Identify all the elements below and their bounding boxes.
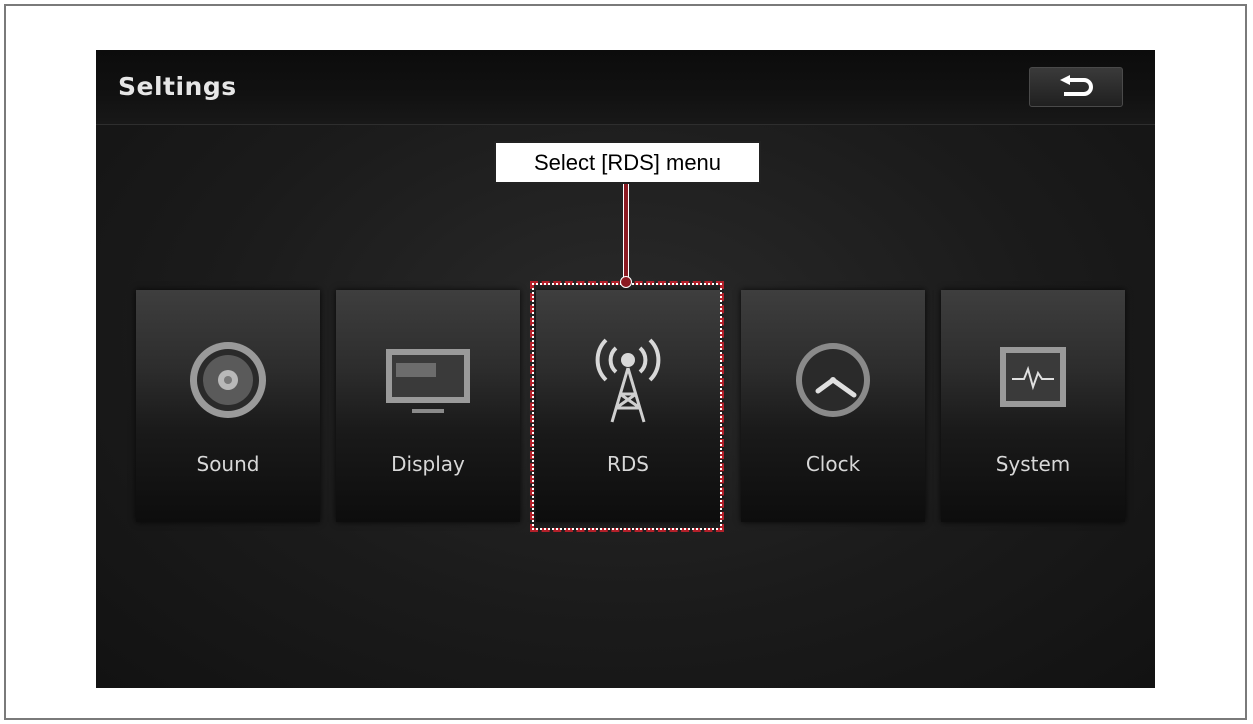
callout-label: Select [RDS] menu [494, 141, 761, 184]
menu-item-label: Display [391, 452, 465, 476]
callout-pointer-dot [620, 276, 632, 288]
clock-icon [796, 343, 870, 417]
speaker-icon [190, 342, 266, 418]
menu-item-display[interactable]: Display [336, 290, 520, 522]
rds-highlight-box [530, 281, 724, 532]
menu-item-clock[interactable]: Clock [741, 290, 925, 522]
menu-item-label: Sound [196, 452, 260, 476]
menu-item-label: System [995, 452, 1071, 476]
monitor-icon [386, 349, 470, 413]
system-monitor-icon [1000, 347, 1066, 407]
menu-item-sound[interactable]: Sound [136, 290, 320, 522]
title-bar: Seltings [96, 50, 1155, 125]
menu-item-label: Clock [805, 452, 861, 476]
page-title: Seltings [118, 72, 237, 101]
menu-item-system[interactable]: System [941, 290, 1125, 522]
callout-connector [623, 184, 629, 280]
back-arrow-icon [1060, 75, 1093, 96]
back-button[interactable] [1029, 67, 1123, 107]
